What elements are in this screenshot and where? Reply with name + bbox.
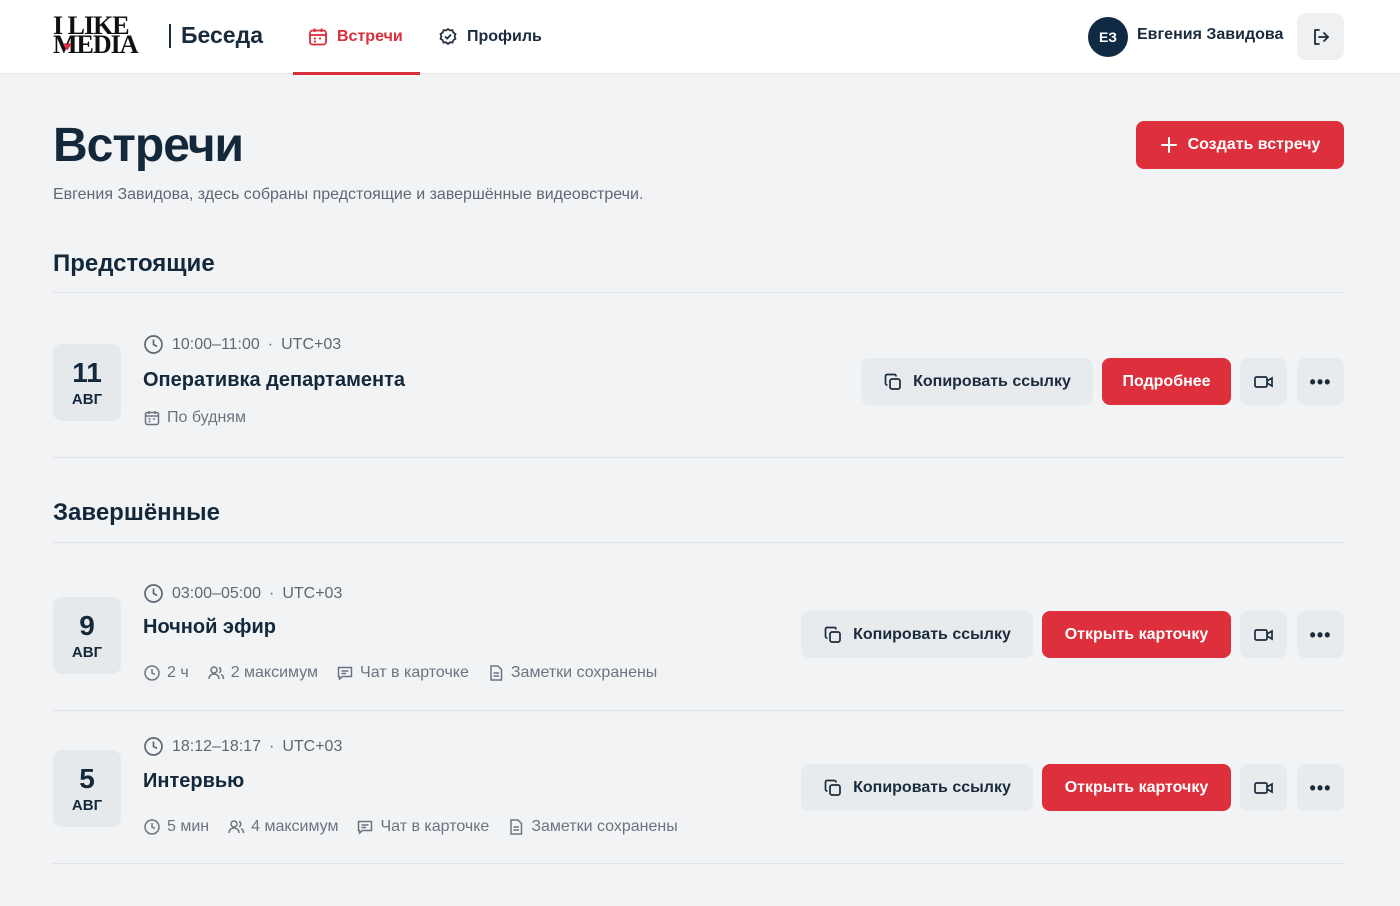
meeting-meta: 5 мин 4 максимум Чат в карточке Заметки … <box>143 818 678 836</box>
clock-icon <box>143 583 164 604</box>
meeting-meta: По будням <box>143 409 246 427</box>
meeting-date-badge: 11 АВГ <box>53 344 121 421</box>
meeting-participants: 4 максимум <box>227 818 338 836</box>
tab-profile-label: Профиль <box>467 28 542 45</box>
meeting-duration: 2 ч <box>143 664 189 682</box>
meeting-title[interactable]: Интервью <box>143 770 244 793</box>
clock-icon <box>143 818 161 836</box>
i-like-media-logo[interactable]: I LIKE MEDIA ♥ <box>53 13 159 58</box>
more-options-button[interactable]: ••• <box>1297 764 1344 811</box>
user-avatar[interactable]: ЕЗ <box>1088 17 1128 57</box>
copy-icon <box>823 625 843 645</box>
meeting-notes: Заметки сохранены <box>507 818 678 836</box>
user-name[interactable]: Евгения Завидова <box>1137 26 1283 44</box>
video-camera-icon <box>1253 779 1275 797</box>
page-title: Встречи <box>53 119 244 172</box>
users-icon <box>227 818 245 836</box>
tab-meetings-label: Встречи <box>337 28 403 45</box>
upcoming-section-title: Предстоящие <box>53 250 215 277</box>
more-dots-icon: ••• <box>1309 624 1332 645</box>
meeting-time: 18:12–18:17 · UTC+03 <box>143 736 342 757</box>
chat-icon <box>356 818 374 836</box>
copy-link-button[interactable]: Копировать ссылку <box>861 358 1093 405</box>
section-divider <box>53 542 1344 543</box>
create-meeting-label: Создать встречу <box>1187 136 1321 153</box>
create-meeting-button[interactable]: Создать встречу <box>1136 121 1344 169</box>
meeting-time: 10:00–11:00 · UTC+03 <box>143 334 341 355</box>
open-card-button[interactable]: Открыть карточку <box>1042 611 1231 658</box>
document-icon <box>507 818 525 836</box>
more-dots-icon: ••• <box>1309 371 1332 392</box>
video-camera-icon <box>1253 373 1275 391</box>
heart-icon: ♥ <box>63 40 71 55</box>
copy-link-button[interactable]: Копировать ссылку <box>801 611 1033 658</box>
clock-icon <box>143 334 164 355</box>
document-icon <box>487 664 505 682</box>
meeting-title[interactable]: Ночной эфир <box>143 616 276 639</box>
meeting-recurrence: По будням <box>143 409 246 427</box>
clock-icon <box>143 736 164 757</box>
section-divider <box>53 292 1344 293</box>
tab-meetings[interactable]: Встречи <box>293 0 420 75</box>
video-camera-icon <box>1253 626 1275 644</box>
calendar-icon <box>143 409 161 427</box>
copy-icon <box>883 372 903 392</box>
profile-icon <box>437 26 459 48</box>
meeting-duration: 5 мин <box>143 818 209 836</box>
row-divider <box>53 863 1344 864</box>
join-video-button[interactable] <box>1240 611 1287 658</box>
logout-button[interactable] <box>1297 13 1344 60</box>
clock-icon <box>143 664 161 682</box>
row-divider <box>53 710 1344 711</box>
row-divider <box>53 457 1344 458</box>
meeting-chat: Чат в карточке <box>356 818 489 836</box>
meeting-chat: Чат в карточке <box>336 664 469 682</box>
copy-icon <box>823 778 843 798</box>
copy-link-button[interactable]: Копировать ссылку <box>801 764 1033 811</box>
join-video-button[interactable] <box>1240 764 1287 811</box>
meeting-date-badge: 5 АВГ <box>53 750 121 827</box>
completed-section-title: Завершённые <box>53 499 221 526</box>
meeting-participants: 2 максимум <box>207 664 318 682</box>
more-dots-icon: ••• <box>1309 777 1332 798</box>
more-options-button[interactable]: ••• <box>1297 358 1344 405</box>
meeting-meta: 2 ч 2 максимум Чат в карточке Заметки со… <box>143 664 657 682</box>
active-tab-indicator <box>293 72 420 75</box>
meeting-notes: Заметки сохранены <box>487 664 657 682</box>
calendar-icon <box>307 26 329 48</box>
users-icon <box>207 664 225 682</box>
app-brand: Беседа <box>181 22 263 48</box>
open-card-button[interactable]: Открыть карточку <box>1042 764 1231 811</box>
meeting-time: 03:00–05:00 · UTC+03 <box>143 583 342 604</box>
details-button[interactable]: Подробнее <box>1102 358 1231 405</box>
chat-icon <box>336 664 354 682</box>
top-navigation-bar: I LIKE MEDIA ♥ Беседа Встречи Профиль ЕЗ… <box>0 0 1400 75</box>
plus-icon <box>1160 136 1178 154</box>
logo-separator <box>169 24 171 48</box>
logout-icon <box>1311 27 1331 47</box>
meeting-date-badge: 9 АВГ <box>53 597 121 674</box>
tab-profile[interactable]: Профиль <box>437 0 542 74</box>
join-video-button[interactable] <box>1240 358 1287 405</box>
page-subtitle: Евгения Завидова, здесь собраны предстоя… <box>53 186 644 203</box>
meeting-title[interactable]: Оперативка департамента <box>143 369 405 392</box>
more-options-button[interactable]: ••• <box>1297 611 1344 658</box>
